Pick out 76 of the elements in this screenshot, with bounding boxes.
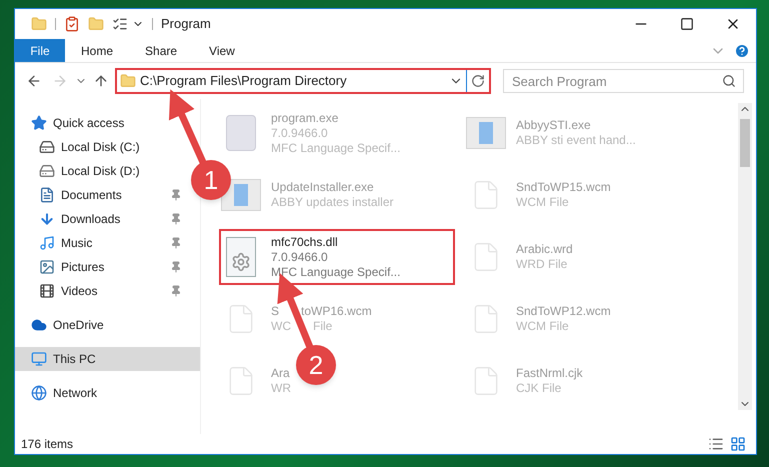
drive-icon [39, 163, 55, 179]
file-detail: CJK File [516, 381, 562, 396]
monitor-icon [31, 351, 47, 367]
sidebar-item[interactable]: Videos [39, 279, 98, 303]
up-button[interactable] [93, 73, 109, 89]
checklist-icon[interactable] [64, 16, 80, 32]
file-detail: 7.0.9466.0 [271, 250, 328, 264]
download-icon [39, 211, 55, 227]
file-detail: ABBY sti event hand... [516, 133, 636, 148]
star-icon [31, 115, 47, 131]
ribbon-tab[interactable]: Home [65, 39, 130, 62]
folder-icon [120, 73, 136, 89]
sidebar-item[interactable]: Local Disk (C:) [39, 135, 140, 159]
file-detail: MFC Language Specif... [271, 140, 400, 156]
file-name: S [271, 304, 280, 319]
file-detail: File [313, 319, 332, 334]
file-detail: WR [271, 381, 291, 396]
file-name: UpdateInstaller.exe [271, 180, 374, 195]
file-name: program.exe [271, 110, 338, 126]
film-icon [39, 283, 55, 299]
sidebar-item[interactable]: Network [15, 381, 200, 405]
ribbon-tab[interactable]: View [193, 39, 251, 62]
sidebar-item[interactable]: Pictures [39, 255, 104, 279]
document-icon [39, 187, 55, 203]
file-detail: 7.0.9466.0 [271, 126, 328, 140]
address-bar[interactable]: C:\Program Files\Program Directory [115, 68, 491, 94]
window-icon [466, 117, 506, 149]
pin-icon[interactable] [170, 237, 182, 249]
ribbon-tab[interactable]: Share [129, 39, 194, 62]
file-detail: WC [271, 319, 291, 334]
item-count: 176 items [21, 436, 74, 453]
pin-icon[interactable] [170, 189, 182, 201]
file-name: Ara [271, 366, 290, 381]
file-name: Arabic.wrd [516, 242, 573, 257]
maximize-icon[interactable] [680, 17, 694, 31]
file-detail: WCM File [516, 195, 569, 210]
sidebar-item[interactable]: Music [39, 231, 92, 255]
ribbon-tab[interactable]: File [15, 39, 65, 62]
properties-icon[interactable] [112, 16, 128, 32]
file-name: toWP16.wcm [301, 304, 372, 319]
sidebar-item[interactable]: Documents [39, 183, 122, 207]
file-name: FastNrml.cjk [516, 366, 583, 381]
file-name: mfc70chs.dll [271, 234, 338, 250]
scrollbar[interactable] [738, 103, 752, 410]
file-detail: WCM File [516, 319, 569, 334]
details-view-icon[interactable] [708, 436, 724, 452]
file-name: SndToWP15.wcm [516, 180, 611, 195]
search-icon [722, 74, 736, 88]
sidebar-item[interactable]: Local Disk (D:) [39, 159, 140, 183]
back-button[interactable] [26, 73, 42, 89]
file-name: SndToWP12.wcm [516, 304, 611, 319]
sidebar-item[interactable]: OneDrive [15, 313, 200, 337]
pin-icon[interactable] [170, 261, 182, 273]
help-icon[interactable] [734, 42, 750, 58]
file-detail: ABBY updates installer [271, 195, 394, 210]
address-path: C:\Program Files\Program Directory [140, 72, 347, 90]
tiles-view-icon[interactable] [730, 436, 746, 452]
program-icon [226, 115, 256, 151]
pin-icon[interactable] [170, 285, 182, 297]
window-title: Program [161, 15, 211, 34]
music-icon [39, 235, 55, 251]
settings-file-icon [226, 237, 256, 277]
file-detail: MFC Language Specif... [271, 264, 400, 280]
globe-icon [31, 385, 47, 401]
search-field[interactable]: Search Program [503, 69, 744, 93]
scroll-thumb[interactable] [740, 119, 750, 167]
pin-icon[interactable] [170, 213, 182, 225]
sidebar-item[interactable]: Downloads [39, 207, 120, 231]
refresh-icon[interactable] [471, 74, 485, 88]
cloud-icon [31, 317, 47, 333]
file-name: AbbyySTI.exe [516, 118, 591, 133]
sidebar-item[interactable]: Quick access [15, 111, 200, 135]
drive-icon [39, 139, 55, 155]
sidebar-item[interactable]: This PC [15, 347, 200, 371]
picture-icon [39, 259, 55, 275]
file-detail: WRD File [516, 257, 568, 272]
